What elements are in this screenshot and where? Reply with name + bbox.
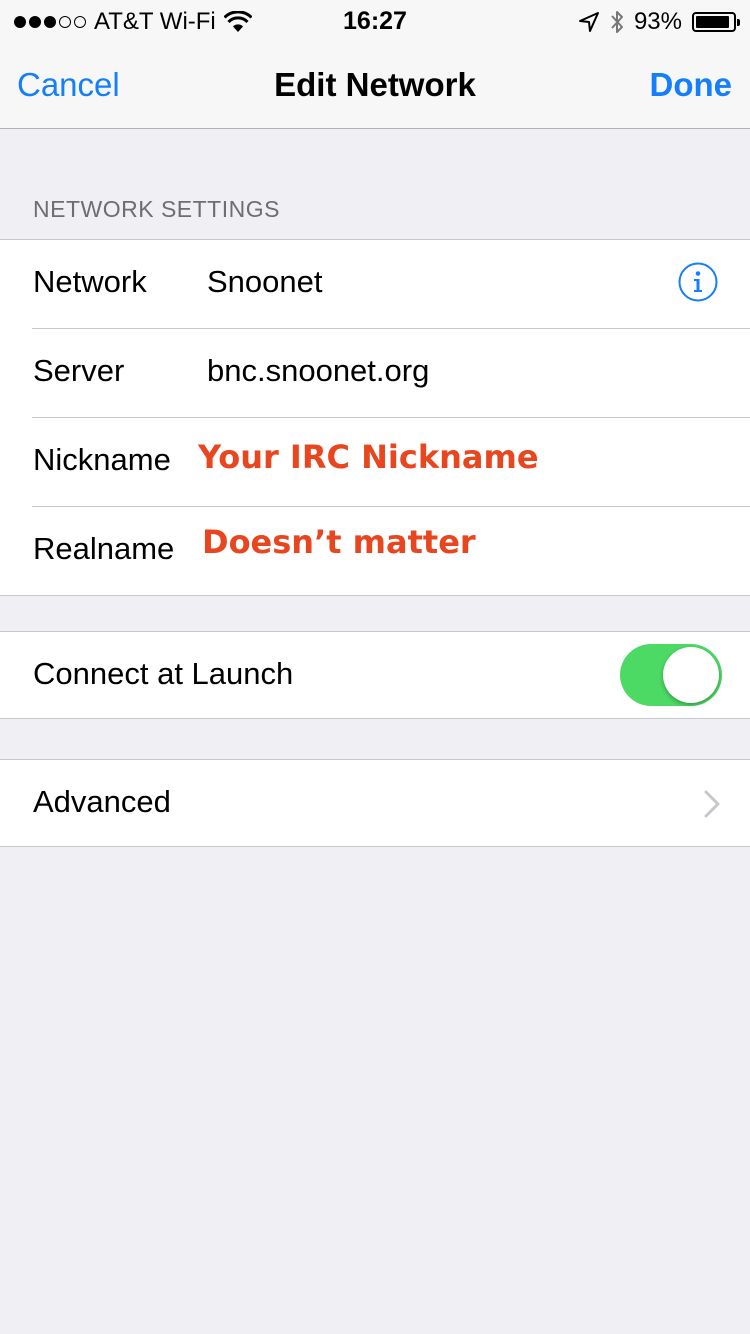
top-bar: AT&T Wi-Fi 16:27 93% Cancel Edit Network… (0, 0, 750, 129)
network-settings-group: Network Snoonet Server bnc.snoonet.org N… (0, 239, 750, 596)
server-label: Server (33, 353, 125, 388)
network-value[interactable]: Snoonet (207, 264, 323, 300)
advanced-row[interactable]: Advanced (32, 760, 750, 846)
network-label: Network (33, 264, 147, 299)
toggle-knob (663, 647, 719, 703)
chevron-right-icon (704, 790, 720, 818)
battery-icon (692, 12, 740, 32)
realname-label: Realname (33, 531, 175, 566)
realname-row[interactable]: Realname Doesn’t matter (32, 506, 750, 595)
connect-group: Connect at Launch (0, 631, 750, 719)
server-row[interactable]: Server bnc.snoonet.org (32, 328, 750, 417)
section-header-network-settings: NETWORK SETTINGS (33, 196, 280, 222)
bluetooth-icon (611, 11, 623, 33)
advanced-group: Advanced (0, 759, 750, 847)
network-row[interactable]: Network Snoonet (32, 240, 750, 328)
page-title: Edit Network (274, 66, 476, 103)
status-right: 93% (578, 8, 740, 36)
server-value[interactable]: bnc.snoonet.org (207, 353, 429, 389)
realname-annotation: Doesn’t matter (202, 523, 476, 561)
connect-at-launch-row: Connect at Launch (32, 632, 750, 718)
info-icon[interactable] (678, 262, 718, 302)
connect-at-launch-label: Connect at Launch (33, 656, 294, 691)
nickname-annotation: Your IRC Nickname (198, 438, 539, 476)
connect-at-launch-toggle[interactable] (620, 644, 722, 706)
nickname-row[interactable]: Nickname Your IRC Nickname (32, 417, 750, 506)
advanced-label: Advanced (33, 784, 171, 819)
nickname-label: Nickname (33, 442, 171, 477)
status-bar: AT&T Wi-Fi 16:27 93% (0, 0, 750, 40)
battery-fill (696, 16, 730, 28)
done-button[interactable]: Done (650, 66, 733, 104)
location-icon (578, 12, 599, 32)
battery-percent: 93% (633, 8, 682, 35)
